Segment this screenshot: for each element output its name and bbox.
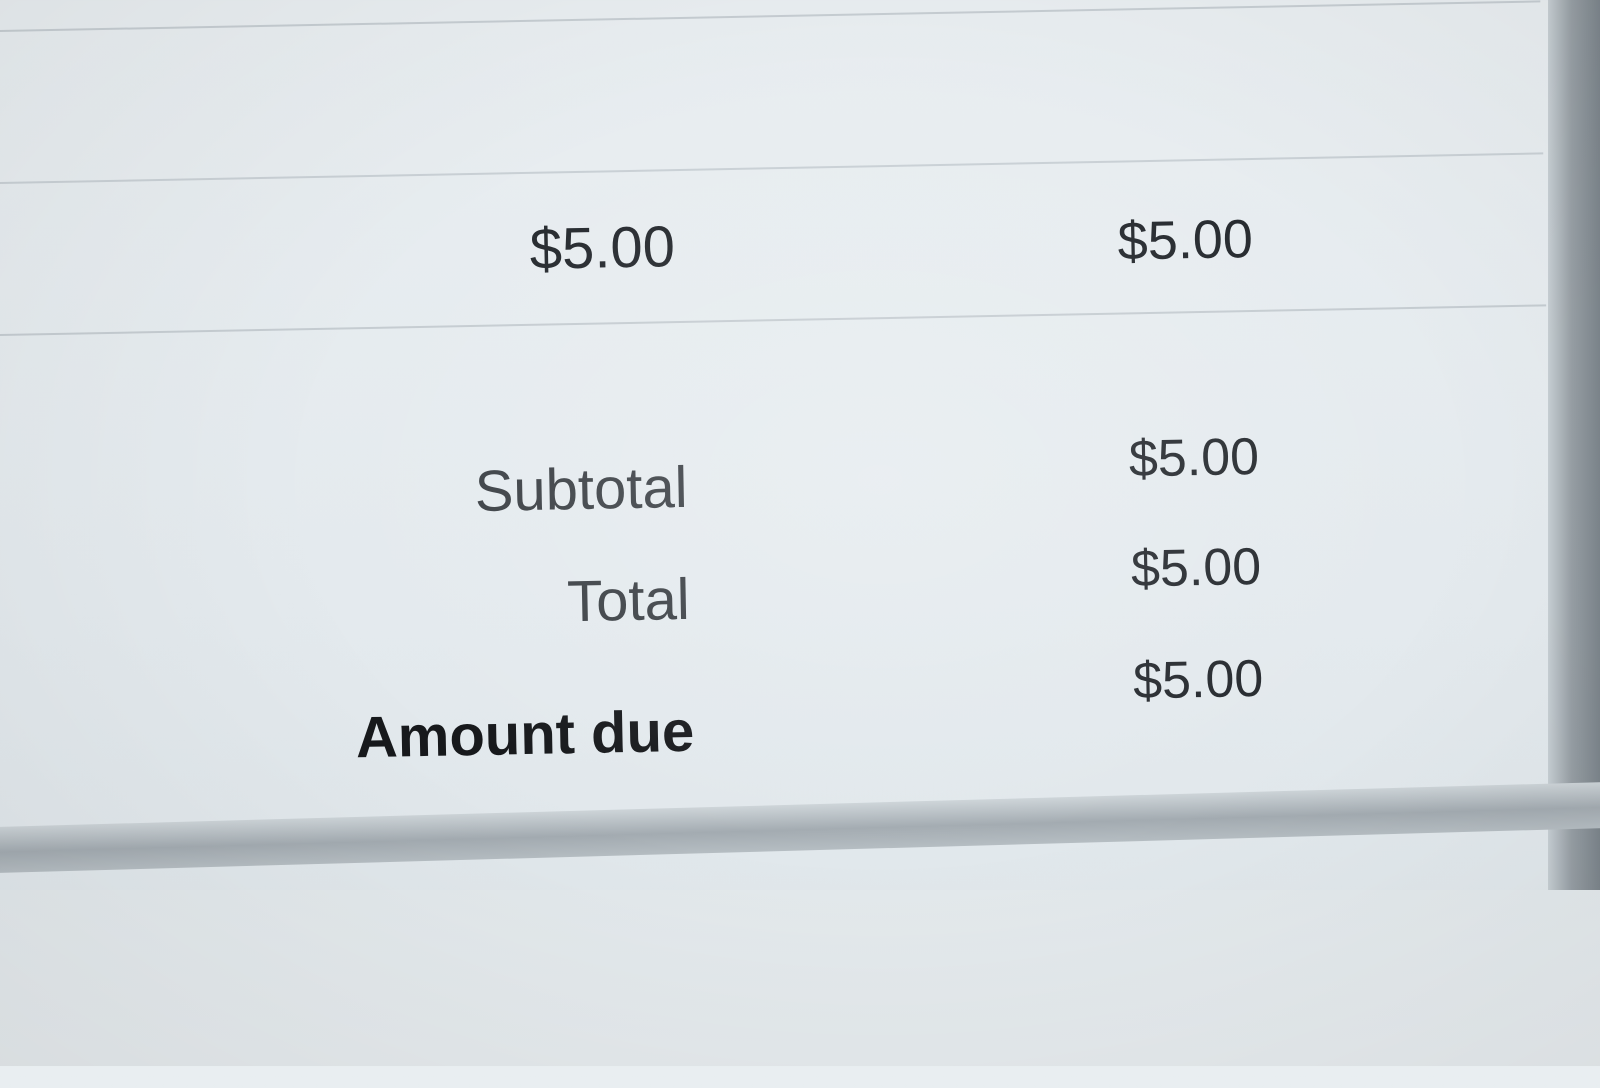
amount-due-label: Amount due (355, 698, 695, 771)
table-spacer-row (0, 2, 1544, 185)
line-item-row: $5.00 $5.00 (0, 154, 1547, 337)
subtotal-label: Subtotal (474, 454, 689, 524)
amount-due-value: $5.00 (1132, 649, 1264, 711)
background-panel (0, 890, 1600, 1066)
amount-column-header: AMOUNT (1026, 0, 1238, 8)
total-value: $5.00 (1130, 537, 1262, 599)
subtotal-value: $5.00 (1128, 427, 1260, 489)
line-item-unit-price: $5.00 (529, 214, 676, 282)
totals-section: Subtotal $5.00 Total $5.00 Amount due $5… (0, 327, 1555, 777)
total-label: Total (566, 566, 691, 635)
line-item-amount: $5.00 (1117, 208, 1254, 272)
